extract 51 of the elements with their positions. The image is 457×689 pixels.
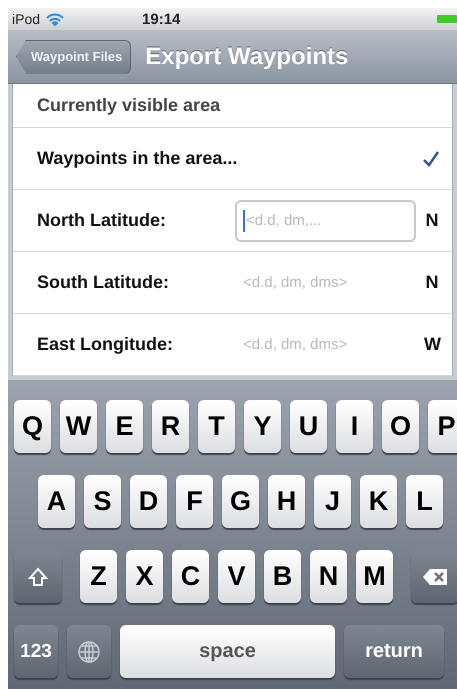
shift-key[interactable] (14, 550, 62, 603)
letter-key[interactable]: J (314, 475, 351, 528)
coordinate-label: East Longitude: (37, 334, 174, 355)
delete-icon (422, 568, 448, 586)
wifi-icon (46, 12, 64, 26)
hemisphere-label: N (424, 272, 440, 293)
letter-key[interactable]: Q (14, 400, 51, 453)
letter-key[interactable]: M (356, 550, 393, 603)
letter-key[interactable]: W (60, 400, 97, 453)
letter-key[interactable]: X (126, 550, 163, 603)
hemisphere-label: N (424, 210, 440, 231)
letter-key[interactable]: O (382, 400, 419, 453)
screen-title: Export Waypoints (145, 42, 348, 70)
letter-key[interactable]: D (130, 475, 167, 528)
letter-key[interactable]: U (290, 400, 327, 453)
coordinate-label: South Latitude: (37, 272, 170, 293)
coordinate-label: North Latitude: (37, 210, 167, 231)
delete-key[interactable] (411, 550, 457, 603)
hemisphere-label: W (424, 334, 440, 355)
option-label: Waypoints in the area... (37, 148, 238, 169)
text-cursor (243, 210, 245, 232)
letter-key[interactable]: G (222, 475, 259, 528)
letter-key[interactable]: B (264, 550, 301, 603)
globe-key[interactable] (67, 625, 111, 678)
shift-icon (27, 566, 49, 588)
option-row[interactable]: Currently visible area (13, 84, 452, 128)
letter-key[interactable]: C (172, 550, 209, 603)
return-key[interactable]: return (344, 625, 444, 678)
letter-key[interactable]: Y (244, 400, 281, 453)
battery-icon (437, 14, 457, 24)
letter-key[interactable]: Z (80, 550, 117, 603)
letter-key[interactable]: H (268, 475, 305, 528)
globe-icon (77, 640, 101, 664)
letter-key[interactable]: A (38, 475, 75, 528)
letter-key[interactable]: R (152, 400, 189, 453)
letter-key[interactable]: T (198, 400, 235, 453)
option-row[interactable]: Waypoints in the area... (13, 128, 452, 190)
space-key[interactable]: space (120, 625, 335, 678)
letter-key[interactable]: F (176, 475, 213, 528)
carrier-label: iPod (12, 11, 40, 27)
letter-key[interactable]: V (218, 550, 255, 603)
option-label: Currently visible area (37, 95, 222, 116)
letter-key[interactable]: S (84, 475, 121, 528)
letter-key[interactable]: N (310, 550, 347, 603)
letter-key[interactable]: K (360, 475, 397, 528)
letter-key[interactable]: E (106, 400, 143, 453)
clock-time: 19:14 (142, 10, 180, 28)
letter-key[interactable]: L (406, 475, 443, 528)
letter-key[interactable]: P (428, 400, 457, 453)
numbers-key[interactable]: 123 (14, 625, 58, 678)
letter-key[interactable]: I (336, 400, 373, 453)
